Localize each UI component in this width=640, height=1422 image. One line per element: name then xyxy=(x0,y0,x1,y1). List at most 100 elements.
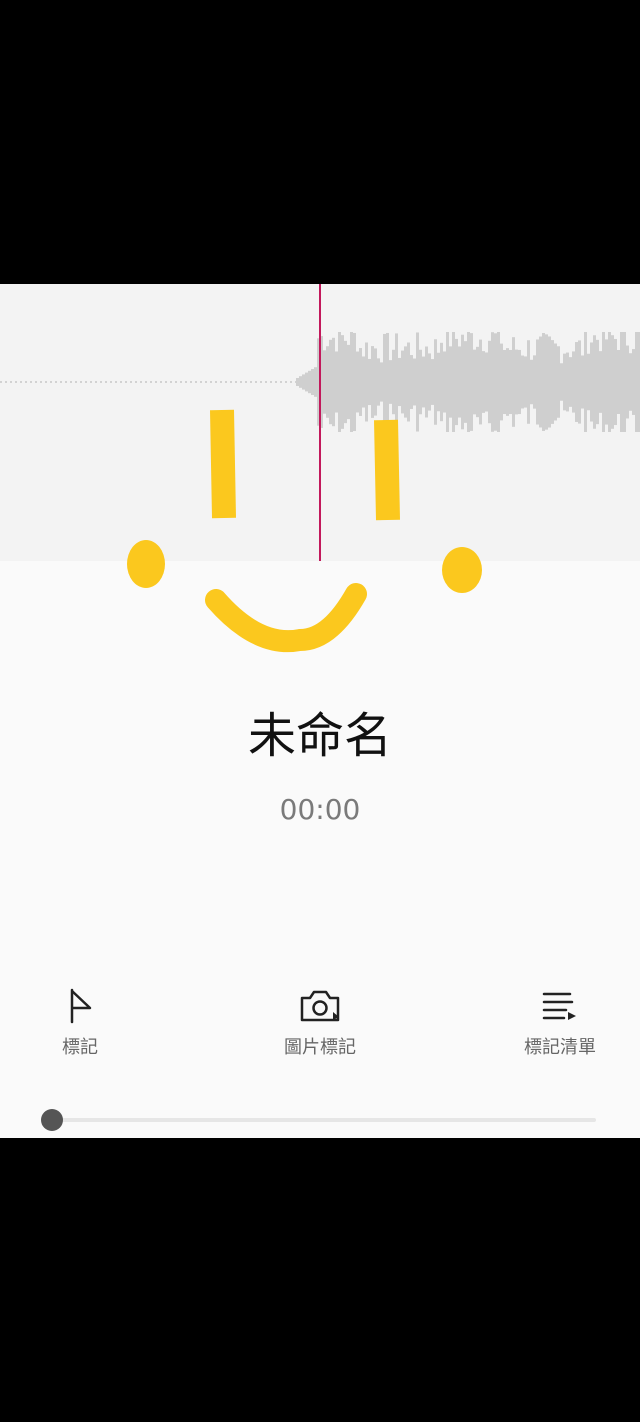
waveform-bar xyxy=(473,349,476,415)
voice-recorder-app: 未命名 00:00 標記 圖片標記 標記清單 xyxy=(0,284,640,1138)
waveform-bar xyxy=(470,333,473,431)
waveform-bar xyxy=(506,348,509,416)
waveform-bar xyxy=(479,339,482,425)
waveform-bar xyxy=(602,332,605,432)
waveform-bar xyxy=(593,335,596,429)
waveform-bar xyxy=(599,351,602,413)
waveform-bar xyxy=(455,338,458,426)
waveform-bar xyxy=(437,352,440,412)
waveform-bar xyxy=(332,337,335,427)
waveform-bar xyxy=(356,351,359,413)
waveform-bar xyxy=(299,376,302,388)
waveform-bar xyxy=(575,342,578,422)
photo-mark-button[interactable]: 圖片標記 xyxy=(240,984,400,1068)
waveform-bar xyxy=(635,332,638,432)
waveform-bar xyxy=(563,353,566,411)
waveform-bar xyxy=(347,344,350,420)
waveform-bar xyxy=(410,355,413,409)
waveform-bar xyxy=(482,351,485,413)
mark-button[interactable]: 標記 xyxy=(0,984,160,1068)
waveform-bar xyxy=(440,342,443,422)
waveform-bar xyxy=(527,340,530,424)
waveform-bar xyxy=(434,339,437,425)
waveform-bar xyxy=(500,343,503,421)
screen: 未命名 00:00 標記 圖片標記 標記清單 xyxy=(0,0,640,1422)
waveform-bar xyxy=(458,346,461,418)
waveform-bar xyxy=(395,333,398,431)
waveform-bar xyxy=(614,338,617,426)
waveform-bar xyxy=(533,355,536,409)
waveform-bar xyxy=(404,346,407,418)
waveform-bar xyxy=(449,346,452,418)
waveform-bar xyxy=(464,341,467,423)
waveform-bar xyxy=(632,349,635,415)
waveform-bar xyxy=(554,343,557,421)
waveform-bar xyxy=(587,353,590,411)
waveform-bar xyxy=(338,332,341,432)
waveform-bar xyxy=(308,370,311,394)
waveform-bar xyxy=(491,332,494,432)
waveform-bar xyxy=(566,352,569,412)
waveform-bar xyxy=(392,349,395,415)
waveform-bar xyxy=(377,358,380,406)
waveform-bar xyxy=(380,362,383,402)
waveform-bar xyxy=(389,360,392,404)
waveform-bar xyxy=(542,333,545,431)
waveform-bar xyxy=(323,350,326,414)
recording-title[interactable]: 未命名 xyxy=(0,706,640,766)
photo-mark-button-label: 圖片標記 xyxy=(284,1037,356,1058)
playback-progress-slider[interactable] xyxy=(40,1106,600,1134)
waveform-bar xyxy=(422,356,425,408)
waveform-bar xyxy=(425,346,428,418)
progress-thumb[interactable] xyxy=(41,1109,63,1131)
waveform-bar xyxy=(518,349,521,415)
waveform-bar xyxy=(572,351,575,413)
waveform-bar xyxy=(452,332,455,432)
waveform-bar xyxy=(560,363,563,401)
waveform-bar xyxy=(326,346,329,418)
waveform-bar xyxy=(407,342,410,422)
waveform-bar xyxy=(590,342,593,422)
waveform-bar xyxy=(383,333,386,431)
waveform-bar xyxy=(545,334,548,430)
waveform-bar xyxy=(623,332,626,432)
waveform-bar xyxy=(413,358,416,406)
waveform-bar xyxy=(596,339,599,425)
waveform-bar xyxy=(530,359,533,405)
waveform-bar xyxy=(539,336,542,428)
waveform-bar xyxy=(431,359,434,405)
waveform-bar xyxy=(368,358,371,406)
waveform-bar xyxy=(374,348,377,416)
waveform-bar xyxy=(386,332,389,432)
waveform-bar xyxy=(551,340,554,424)
waveform-bar xyxy=(605,339,608,425)
waveform-bar xyxy=(617,349,620,415)
waveform-bar xyxy=(620,332,623,432)
waveform-bar xyxy=(353,332,356,432)
waveform-bar xyxy=(581,355,584,409)
waveform-bar xyxy=(419,349,422,415)
waveform-bar xyxy=(296,378,299,386)
waveform-bar xyxy=(350,332,353,432)
progress-track[interactable] xyxy=(52,1118,596,1122)
waveform-bar xyxy=(302,374,305,390)
waveform-bar xyxy=(488,340,491,424)
waveform-bar xyxy=(629,353,632,411)
waveform-bar xyxy=(341,335,344,429)
waveform-bar xyxy=(467,332,470,432)
waveform-area[interactable] xyxy=(0,284,640,561)
waveform-bar xyxy=(509,349,512,415)
waveform-bar xyxy=(503,349,506,415)
waveform-bar xyxy=(344,340,347,424)
waveform-bar xyxy=(362,356,365,408)
mark-list-button[interactable]: 標記清單 xyxy=(480,984,640,1068)
elapsed-time: 00:00 xyxy=(279,793,361,826)
waveform-bar xyxy=(524,356,527,408)
waveform-bar xyxy=(443,351,446,413)
waveform-bar xyxy=(548,336,551,428)
list-icon xyxy=(542,992,576,1020)
waveform-bar xyxy=(359,348,362,416)
waveform-bar xyxy=(494,333,497,431)
waveform-bar xyxy=(398,357,401,407)
waveform-bar xyxy=(311,369,314,395)
